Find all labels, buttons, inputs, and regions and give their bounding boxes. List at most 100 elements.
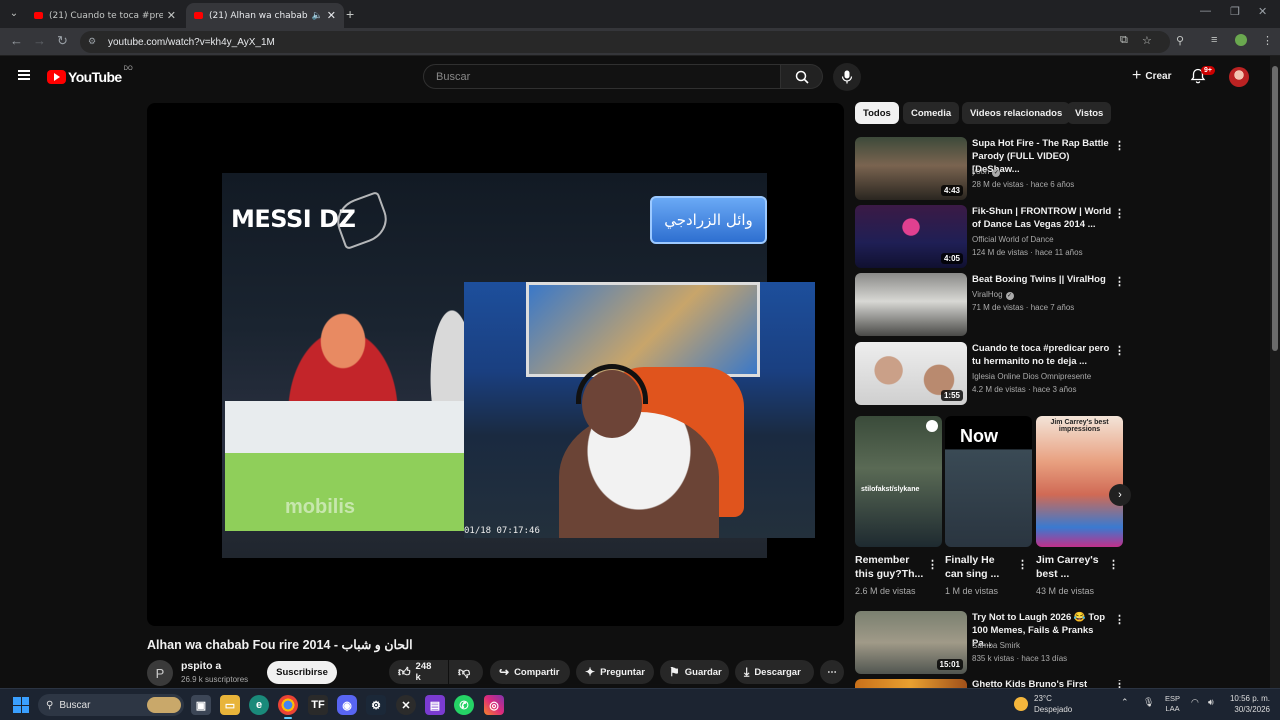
more-options-icon[interactable]: ⋮ <box>1114 680 1122 688</box>
close-overlay-icon[interactable] <box>926 420 938 432</box>
video-thumbnail[interactable]: 1:55 <box>855 342 967 405</box>
channel-name[interactable]: pspito a <box>181 660 221 672</box>
search-input[interactable]: Buscar <box>423 64 781 89</box>
subscribe-button[interactable]: Suscribirse <box>267 661 337 684</box>
video-player[interactable]: mobilis MESSI DZ وائل الزرادجي 01/18 07:… <box>147 103 844 626</box>
recommendation-item[interactable]: Beat Boxing Twins || ViralHog ViralHog ✓ … <box>855 273 1125 337</box>
steam-icon[interactable]: ⚙ <box>366 695 386 715</box>
chip-comedia[interactable]: Comedia <box>903 102 960 124</box>
close-tab-icon[interactable]: ✕ <box>167 9 176 22</box>
instagram-icon[interactable]: ◎ <box>484 695 504 715</box>
guide-menu-icon[interactable] <box>18 70 30 80</box>
video-thumbnail[interactable] <box>855 679 967 688</box>
save-button[interactable]: ⚑ Guardar <box>660 660 729 684</box>
forward-icon[interactable]: → <box>33 33 46 48</box>
short-thumbnail[interactable]: Now <box>945 416 1032 547</box>
recommendation-channel[interactable]: Samba Smirk <box>972 641 1020 650</box>
more-options-icon[interactable]: ⋮ <box>1108 558 1119 571</box>
windows-start-icon[interactable] <box>13 697 29 713</box>
chrome-browser-icon[interactable] <box>278 695 298 719</box>
profile-icon[interactable] <box>1235 34 1247 46</box>
close-window-icon[interactable]: ✕ <box>1258 5 1267 18</box>
back-icon[interactable]: ← <box>10 33 23 48</box>
short-title[interactable]: Remember this guy?Th... <box>855 553 923 581</box>
recommendation-channel[interactable]: ViralHog ✓ <box>972 290 1014 300</box>
share-button[interactable]: ↪ Compartir <box>490 660 570 684</box>
recommendation-item[interactable]: 4:05 Fik-Shun | FRONTROW | World of Danc… <box>855 205 1125 269</box>
maximize-icon[interactable]: ❐ <box>1230 5 1240 18</box>
minimize-icon[interactable]: — <box>1200 5 1211 17</box>
recommendation-title[interactable]: Fik-Shun | FRONTROW | World of Dance Las… <box>972 205 1112 231</box>
browser-tab-2[interactable]: (21) Alhan wa chabab Fou r 🔈 ✕ <box>186 3 344 28</box>
short-thumbnail[interactable]: stilofakst/slykane <box>855 416 942 547</box>
more-options-icon[interactable]: ⋮ <box>1114 139 1125 152</box>
ask-button[interactable]: ✦ Preguntar <box>576 660 654 684</box>
like-button[interactable]: 👍︎ 248 k <box>389 660 448 684</box>
browser-tab-1[interactable]: (21) Cuando te toca #predicar p ✕ <box>26 3 184 28</box>
more-options-icon[interactable]: ⋮ <box>1017 558 1028 571</box>
install-app-icon[interactable]: ⧉ <box>1120 34 1128 47</box>
dislike-button[interactable]: 👎︎ <box>449 660 483 684</box>
youtube-logo[interactable]: YouTube DO <box>47 66 133 85</box>
media-controls-icon[interactable]: ≡ <box>1211 34 1217 46</box>
recommendation-title[interactable]: Cuando te toca #predicar pero tu hermani… <box>972 342 1112 368</box>
app-purple-icon[interactable]: ▤ <box>425 695 445 715</box>
volume-icon[interactable]: 🔊︎ <box>1208 697 1214 708</box>
page-scrollbar[interactable] <box>1270 56 1280 688</box>
speaker-icon[interactable]: 🔈 <box>312 11 323 21</box>
video-thumbnail[interactable]: 4:05 <box>855 205 967 268</box>
account-avatar[interactable] <box>1229 67 1249 87</box>
reload-icon[interactable]: ↻ <box>57 33 68 49</box>
close-tab-icon[interactable]: ✕ <box>327 9 336 22</box>
chip-videos-relacionados[interactable]: Videos relacionados <box>962 102 1071 124</box>
scrollbar-thumb[interactable] <box>1272 66 1278 351</box>
tab-search-icon[interactable]: ⌄ <box>6 6 22 22</box>
bookmark-star-icon[interactable]: ☆ <box>1142 34 1152 47</box>
more-actions-button[interactable]: ⋯ <box>820 660 844 684</box>
site-info-icon[interactable]: ⚙ <box>88 36 100 48</box>
edge-browser-icon[interactable]: e <box>249 695 269 715</box>
microphone-tray-icon[interactable]: 🎙︎ <box>1143 697 1154 708</box>
more-options-icon[interactable]: ⋮ <box>1114 207 1125 220</box>
show-hidden-icons-chevron-icon[interactable]: ⌃ <box>1121 697 1129 708</box>
wifi-icon[interactable]: ◠ <box>1191 697 1199 708</box>
channel-avatar[interactable]: P <box>147 660 173 686</box>
short-thumbnail[interactable]: Jim Carrey's best impressions <box>1036 416 1123 547</box>
more-options-icon[interactable]: ⋮ <box>1114 275 1125 288</box>
language-indicator[interactable]: ESP LAA <box>1165 694 1180 714</box>
address-bar[interactable]: ⚙ youtube.com/watch?v=kh4y_AyX_1M <box>80 31 1170 53</box>
recommendation-title[interactable]: Ghetto Kids Bruno's First Golden <box>972 679 1112 688</box>
recommendation-item[interactable]: 1:55 Cuando te toca #predicar pero tu he… <box>855 342 1125 406</box>
chip-vistos[interactable]: Vistos <box>1067 102 1112 124</box>
recommendation-channel[interactable]: Official World of Dance <box>972 235 1054 244</box>
short-title[interactable]: Finally He can sing ... <box>945 553 999 581</box>
shorts-next-button[interactable]: › <box>1109 484 1131 506</box>
taskbar-search[interactable]: ⚲ Buscar <box>38 694 184 716</box>
recommendation-item[interactable]: 4:43 Supa Hot Fire - The Rap Battle Paro… <box>855 137 1125 201</box>
more-options-icon[interactable]: ⋮ <box>1114 613 1125 626</box>
new-tab-button[interactable]: + <box>346 6 354 22</box>
short-title[interactable]: Jim Carrey's best ... <box>1036 553 1099 581</box>
recommendation-title[interactable]: Beat Boxing Twins || ViralHog <box>972 273 1112 286</box>
more-options-icon[interactable]: ⋮ <box>1114 344 1125 357</box>
voice-search-button[interactable] <box>833 63 861 91</box>
download-button[interactable]: ⤓ Descargar <box>735 660 814 684</box>
video-thumbnail[interactable] <box>855 273 967 336</box>
recommendation-channel[interactable]: yoon ✓ <box>972 167 1001 177</box>
more-options-icon[interactable]: ⋮ <box>927 558 938 571</box>
task-view-icon[interactable]: ▣ <box>191 695 211 715</box>
recommendation-item[interactable]: 15:01 Try Not to Laugh 2026 😂 Top 100 Me… <box>855 611 1125 675</box>
chip-todos[interactable]: Todos <box>855 102 899 124</box>
file-explorer-icon[interactable]: ▭ <box>220 695 240 715</box>
chrome-menu-icon[interactable]: ⋮ <box>1262 34 1273 47</box>
recommendation-channel[interactable]: Iglesia Online Dios Omnipresente <box>972 372 1091 381</box>
extensions-icon[interactable]: ⚲ <box>1176 34 1184 47</box>
video-thumbnail[interactable]: 4:43 <box>855 137 967 200</box>
system-clock[interactable]: 10:56 p. m. 30/3/2026 <box>1226 693 1270 715</box>
search-button[interactable] <box>781 64 823 89</box>
weather-widget[interactable]: 23°C Despejado <box>1014 693 1072 715</box>
discord-icon[interactable]: ◉ <box>337 695 357 715</box>
create-button[interactable]: + Crear <box>1124 64 1179 88</box>
app-tf-icon[interactable]: TF <box>308 695 328 715</box>
xbox-icon[interactable]: ✕ <box>396 695 416 715</box>
